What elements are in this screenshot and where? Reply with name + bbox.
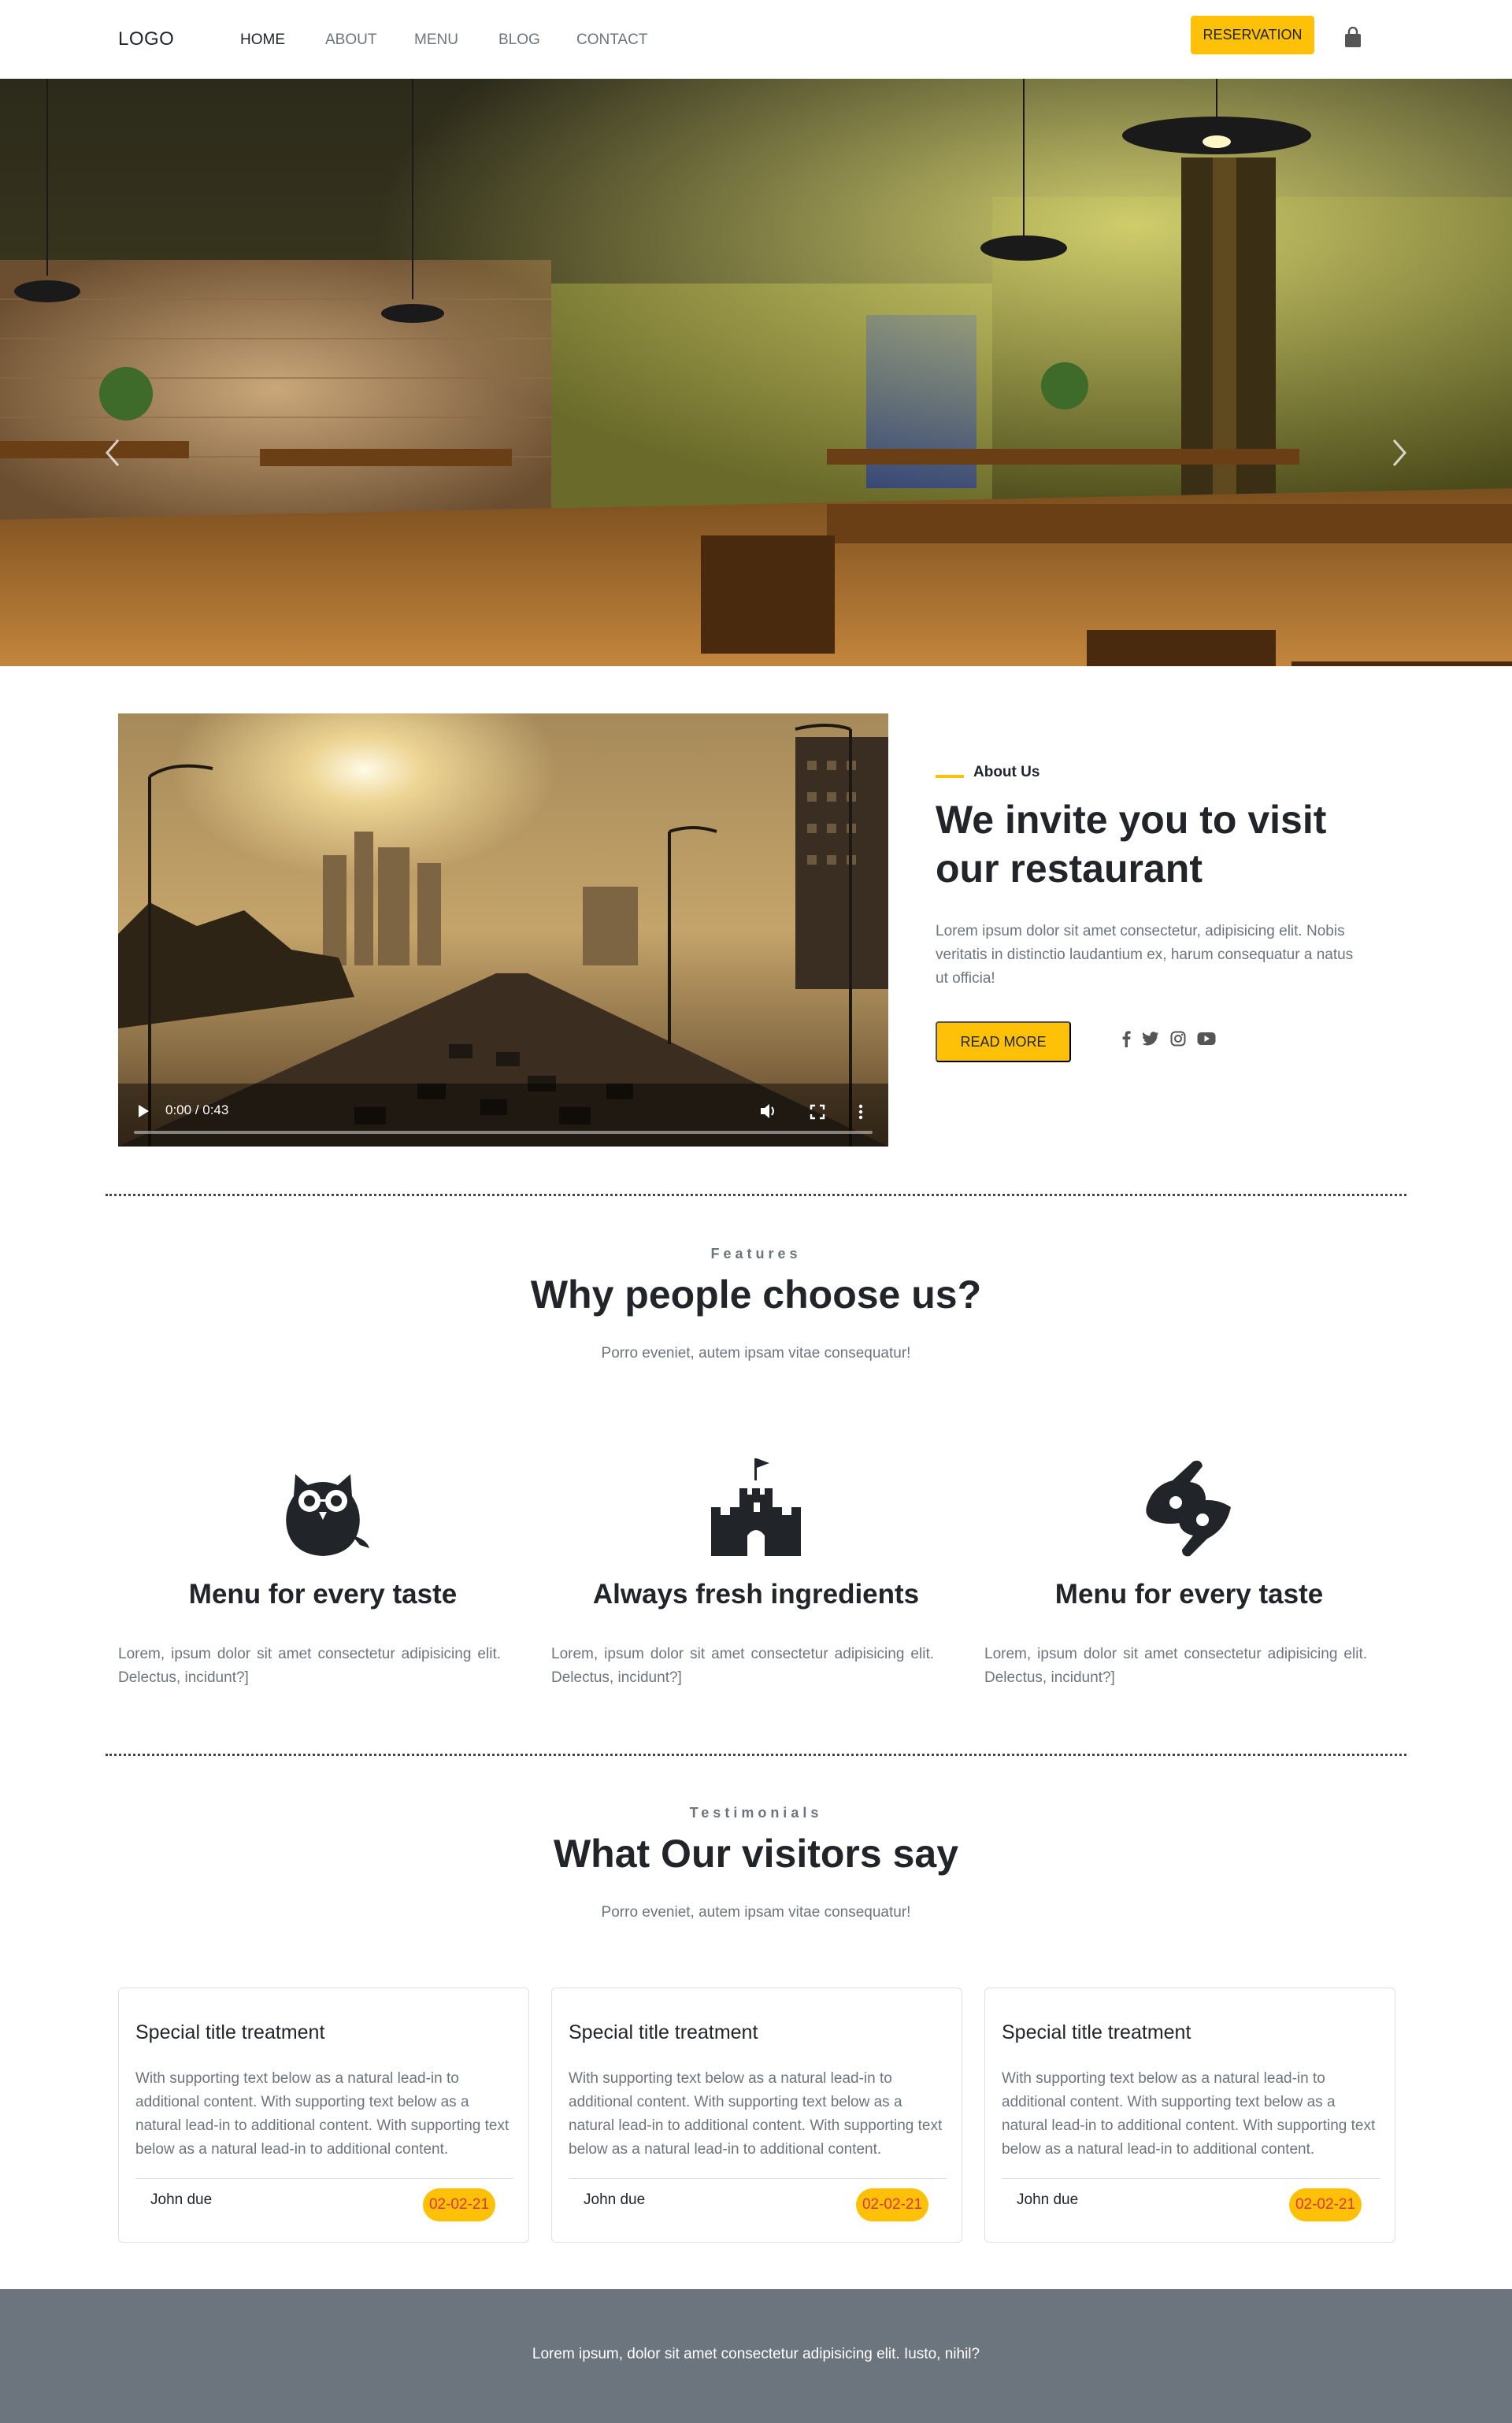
- testimonials-kicker: Testimonials: [689, 1805, 823, 1821]
- card-title: Special title treatment: [135, 2021, 325, 2043]
- card-date-badge: 02-02-21: [423, 2188, 495, 2221]
- card-author: John due: [150, 2191, 213, 2208]
- sign-language-icon: [1146, 1460, 1231, 1557]
- features-title: Why people choose us?: [530, 1273, 982, 1317]
- feature-text: Lorem, ipsum dolor sit amet consectetur …: [118, 1646, 501, 1686]
- reservation-button[interactable]: RESERVATION: [1191, 16, 1314, 54]
- twitter-icon[interactable]: [1142, 1030, 1159, 1047]
- card-title: Special title treatment: [1002, 2021, 1191, 2043]
- navbar: LOGO HOME ABOUT MENU BLOG CONTACT RESERV…: [0, 0, 1512, 79]
- read-more-button[interactable]: READ MORE: [936, 1021, 1071, 1062]
- feature-text: Lorem, ipsum dolor sit amet consectetur …: [551, 1646, 934, 1686]
- card-title: Special title treatment: [569, 2021, 758, 2043]
- card-separator: [1002, 2178, 1380, 2179]
- fullscreen-icon[interactable]: [810, 1104, 825, 1120]
- card-author: John due: [1017, 2191, 1079, 2208]
- footer: Lorem ipsum, dolor sit amet consectetur …: [0, 2289, 1512, 2423]
- nav-link-menu[interactable]: MENU: [414, 31, 458, 49]
- nav-link-contact[interactable]: CONTACT: [576, 31, 647, 49]
- footer-text: Lorem ipsum, dolor sit amet consectetur …: [532, 2346, 980, 2362]
- card-text: With supporting text below as a natural …: [569, 2070, 943, 2158]
- card-text: With supporting text below as a natural …: [1002, 2070, 1376, 2158]
- volume-icon[interactable]: [759, 1102, 778, 1120]
- card-text: With supporting text below as a natural …: [135, 2070, 510, 2158]
- video-controls: 0:00 / 0:43: [118, 1084, 888, 1147]
- card-author: John due: [584, 2191, 646, 2208]
- carousel-prev-arrow[interactable]: [101, 437, 124, 469]
- about-kicker: About Us: [973, 764, 1040, 780]
- about-title: We invite you to visit our restaurant: [936, 798, 1327, 891]
- feature-title: Menu for every taste: [1054, 1579, 1324, 1610]
- castle-icon: [711, 1458, 801, 1556]
- feature-title: Always fresh ingredients: [592, 1579, 920, 1610]
- section-divider: [106, 1754, 1406, 1756]
- testimonial-card: Special title treatment With supporting …: [984, 1988, 1395, 2243]
- feature-title: Menu for every taste: [188, 1579, 458, 1610]
- facebook-icon[interactable]: [1121, 1030, 1131, 1047]
- features-kicker: Features: [710, 1246, 802, 1262]
- owl-icon: [286, 1474, 369, 1556]
- logo[interactable]: LOGO: [118, 28, 174, 50]
- instagram-icon[interactable]: [1170, 1030, 1186, 1047]
- kicker-accent-line: [936, 775, 964, 778]
- youtube-icon[interactable]: [1197, 1030, 1216, 1047]
- play-icon[interactable]: [137, 1104, 150, 1118]
- video-progress-bar[interactable]: [134, 1131, 873, 1134]
- testimonials-title: What Our visitors say: [553, 1832, 959, 1876]
- city-sunset-video-frame: [118, 713, 888, 1147]
- video-player[interactable]: 0:00 / 0:43: [118, 713, 888, 1147]
- hero-carousel: [0, 79, 1512, 666]
- nav-link-blog[interactable]: BLOG: [498, 31, 540, 49]
- restaurant-interior-image: [0, 79, 1512, 666]
- nav-link-about[interactable]: ABOUT: [325, 31, 376, 49]
- about-text: Lorem ipsum dolor sit amet consectetur, …: [936, 923, 1354, 987]
- card-date-badge: 02-02-21: [1289, 2188, 1362, 2221]
- nav-link-home[interactable]: HOME: [240, 31, 285, 49]
- testimonial-card: Special title treatment With supporting …: [551, 1988, 962, 2243]
- carousel-next-arrow[interactable]: [1388, 437, 1411, 469]
- card-date-badge: 02-02-21: [856, 2188, 928, 2221]
- video-time: 0:00 / 0:43: [165, 1102, 229, 1117]
- features-subtitle: Porro eveniet, autem ipsam vitae consequ…: [601, 1345, 911, 1362]
- feature-text: Lorem, ipsum dolor sit amet consectetur …: [984, 1646, 1367, 1686]
- testimonial-card: Special title treatment With supporting …: [118, 1988, 529, 2243]
- testimonials-subtitle: Porro eveniet, autem ipsam vitae consequ…: [601, 1904, 911, 1921]
- more-options-icon[interactable]: [858, 1104, 863, 1120]
- card-separator: [135, 2178, 513, 2179]
- shopping-bag-icon[interactable]: [1343, 27, 1362, 49]
- section-divider: [106, 1194, 1406, 1196]
- card-separator: [569, 2178, 947, 2179]
